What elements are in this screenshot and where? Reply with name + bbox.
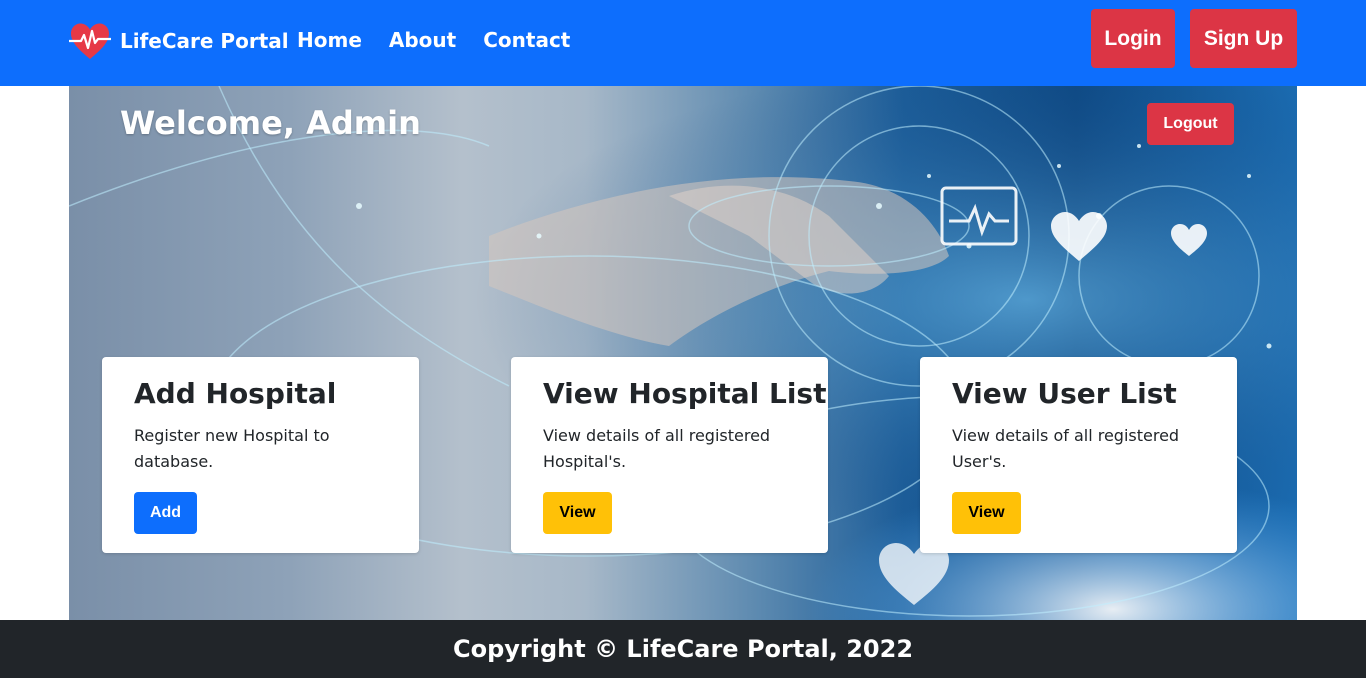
- logout-button[interactable]: Logout: [1147, 103, 1234, 145]
- add-hospital-card: Add Hospital Register new Hospital to da…: [102, 357, 419, 553]
- brand-link[interactable]: LifeCare Portal: [68, 20, 289, 62]
- copyright-text: Copyright © LifeCare Portal, 2022: [452, 635, 914, 663]
- card-title: Add Hospital: [134, 377, 337, 410]
- view-hospital-list-card: View Hospital List View details of all r…: [511, 357, 828, 553]
- card-title: View Hospital List: [543, 377, 827, 410]
- heart-pulse-icon: [69, 23, 111, 59]
- view-hospital-list-button[interactable]: View: [543, 492, 612, 534]
- signup-button[interactable]: Sign Up: [1190, 9, 1297, 68]
- card-title: View User List: [952, 377, 1177, 410]
- footer: Copyright © LifeCare Portal, 2022: [0, 620, 1366, 678]
- hero-banner: Welcome, Admin Logout Add Hospital Regis…: [69, 86, 1297, 620]
- nav-home-link[interactable]: Home: [297, 24, 362, 56]
- welcome-heading: Welcome, Admin: [120, 104, 421, 142]
- login-button[interactable]: Login: [1091, 9, 1175, 68]
- nav-about-link[interactable]: About: [389, 24, 456, 56]
- card-text: View details of all registered Hospital'…: [543, 426, 771, 471]
- add-hospital-button[interactable]: Add: [134, 492, 197, 534]
- nav-contact-link[interactable]: Contact: [483, 24, 570, 56]
- view-user-list-card: View User List View details of all regis…: [920, 357, 1237, 553]
- card-text: View details of all registered User's.: [952, 426, 1180, 471]
- card-text: Register new Hospital to database.: [134, 426, 330, 471]
- view-user-list-button[interactable]: View: [952, 492, 1021, 534]
- brand-name: LifeCare Portal: [120, 29, 289, 53]
- nav-links: Home About Contact: [297, 24, 597, 56]
- navbar: LifeCare Portal Home About Contact Login…: [0, 0, 1366, 86]
